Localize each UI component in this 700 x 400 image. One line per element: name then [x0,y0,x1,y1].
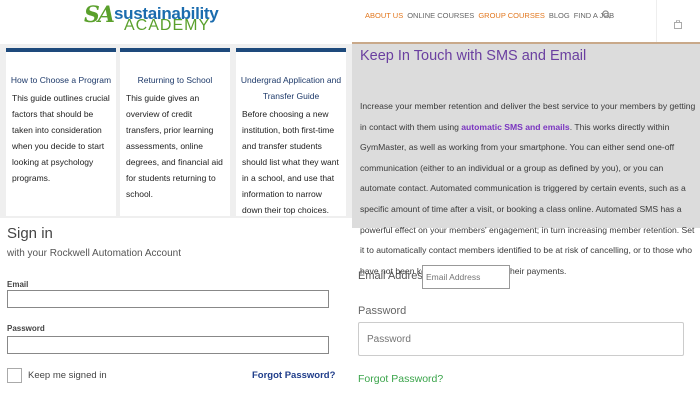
sms-body-end: . This works directly within GymMaster, … [360,121,695,276]
guide-card[interactable]: Returning to School This guide gives an … [120,48,230,216]
card-top-bar [236,48,346,52]
password-input[interactable] [7,336,329,354]
password-label-right: Password [358,305,407,317]
guide-card[interactable]: How to Choose a Program This guide outli… [6,48,116,216]
signin-title: Sign in [7,225,53,242]
password-input-right[interactable] [358,322,684,356]
email-label: Email [7,280,29,289]
card-top-bar [6,48,116,52]
keep-signed-in-label[interactable]: Keep me signed in [28,370,107,381]
main-nav: ABOUT US ONLINE COURSES GROUP COURSES BL… [365,11,614,20]
sms-description: Increase your member retention and deliv… [360,96,696,281]
logo-mark: SA [84,2,115,28]
email-input[interactable] [7,290,329,308]
guides-panel: How to Choose a Program This guide outli… [0,44,352,218]
card-title[interactable]: How to Choose a Program [6,72,116,88]
email-address-input[interactable] [422,265,510,289]
cart-icon[interactable] [674,19,682,31]
header-divider [656,0,657,44]
sms-email-section: Keep In Touch with SMS and Email Increas… [352,44,700,276]
nav-item-online-courses[interactable]: ONLINE COURSES [407,11,474,20]
card-body: Before choosing a new institution, both … [242,109,339,215]
automatic-sms-link[interactable]: automatic SMS and emails [461,122,569,132]
card-body: This guide gives an overview of credit t… [126,93,223,199]
signin-subtitle: with your Rockwell Automation Account [7,248,181,259]
card-body: This guide outlines crucial factors that… [12,93,110,183]
password-label: Password [7,324,45,333]
card-top-bar [120,48,230,52]
card-title[interactable]: Returning to School [120,72,230,88]
forgot-password-link[interactable]: Forgot Password? [252,370,335,381]
nav-item-group-courses[interactable]: GROUP COURSES [478,11,545,20]
keep-signed-in-checkbox[interactable] [7,368,22,383]
forgot-password-link-right[interactable]: Forgot Password? [358,373,443,385]
sms-heading: Keep In Touch with SMS and Email [360,48,587,64]
search-icon[interactable] [602,10,611,21]
email-address-label: Email Address [358,270,429,282]
card-title[interactable]: Undergrad Application and Transfer Guide [236,72,346,104]
guide-card[interactable]: Undergrad Application and Transfer Guide… [236,48,346,216]
nav-item-about-us[interactable]: ABOUT US [365,11,403,20]
nav-item-blog[interactable]: BLOG [549,11,570,20]
site-header: SA sustainability ACADEMY ABOUT US ONLIN… [0,0,700,44]
logo-text-academy: ACADEMY [124,17,211,34]
